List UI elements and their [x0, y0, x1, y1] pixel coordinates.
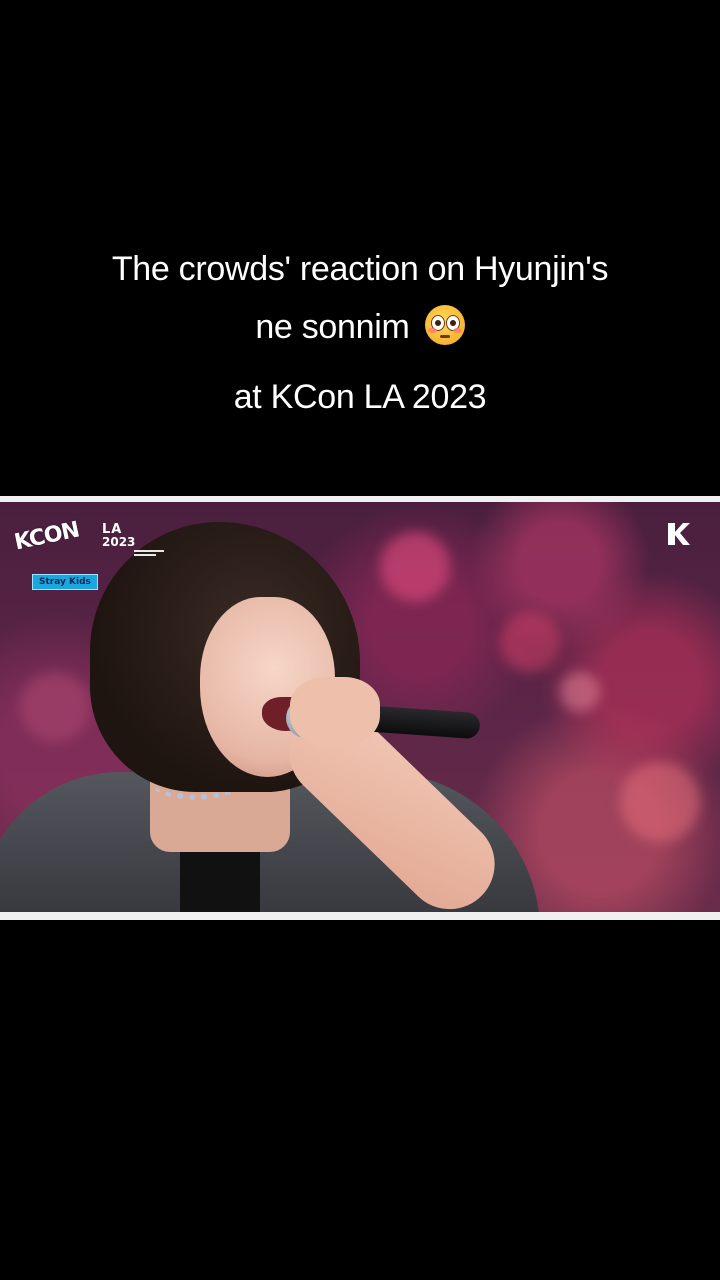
caption-line-2-text: ne sonnim: [255, 308, 410, 346]
sponsor-mark: [134, 550, 164, 556]
stage-light: [20, 672, 90, 742]
flushed-face-emoji-icon: [424, 305, 465, 345]
k-logo-icon: [668, 523, 690, 545]
stage-light: [500, 612, 560, 672]
caption-line-2: ne sonnim: [0, 298, 720, 356]
performer-hand: [290, 677, 380, 747]
kcon-edition: LA 2023: [102, 523, 136, 549]
stage-light: [560, 672, 600, 712]
video-player[interactable]: KCON LA 2023 Stray Kids: [0, 502, 720, 912]
artist-badge: Stray Kids: [32, 574, 98, 590]
caption-line-1: The crowds' reaction on Hyunjin's: [111, 250, 609, 288]
stage-light: [620, 762, 700, 842]
screen: The crowds' reaction on Hyunjin's ne son…: [0, 0, 720, 1280]
stage-light: [380, 532, 450, 602]
caption-text: The crowds' reaction on Hyunjin's ne son…: [0, 240, 720, 426]
caption-line-3: at KCon LA 2023: [233, 378, 487, 416]
kcon-edition-year: 2023: [102, 535, 136, 549]
video-frame: KCON LA 2023 Stray Kids: [0, 496, 720, 920]
kcon-logo: KCON: [12, 517, 82, 556]
